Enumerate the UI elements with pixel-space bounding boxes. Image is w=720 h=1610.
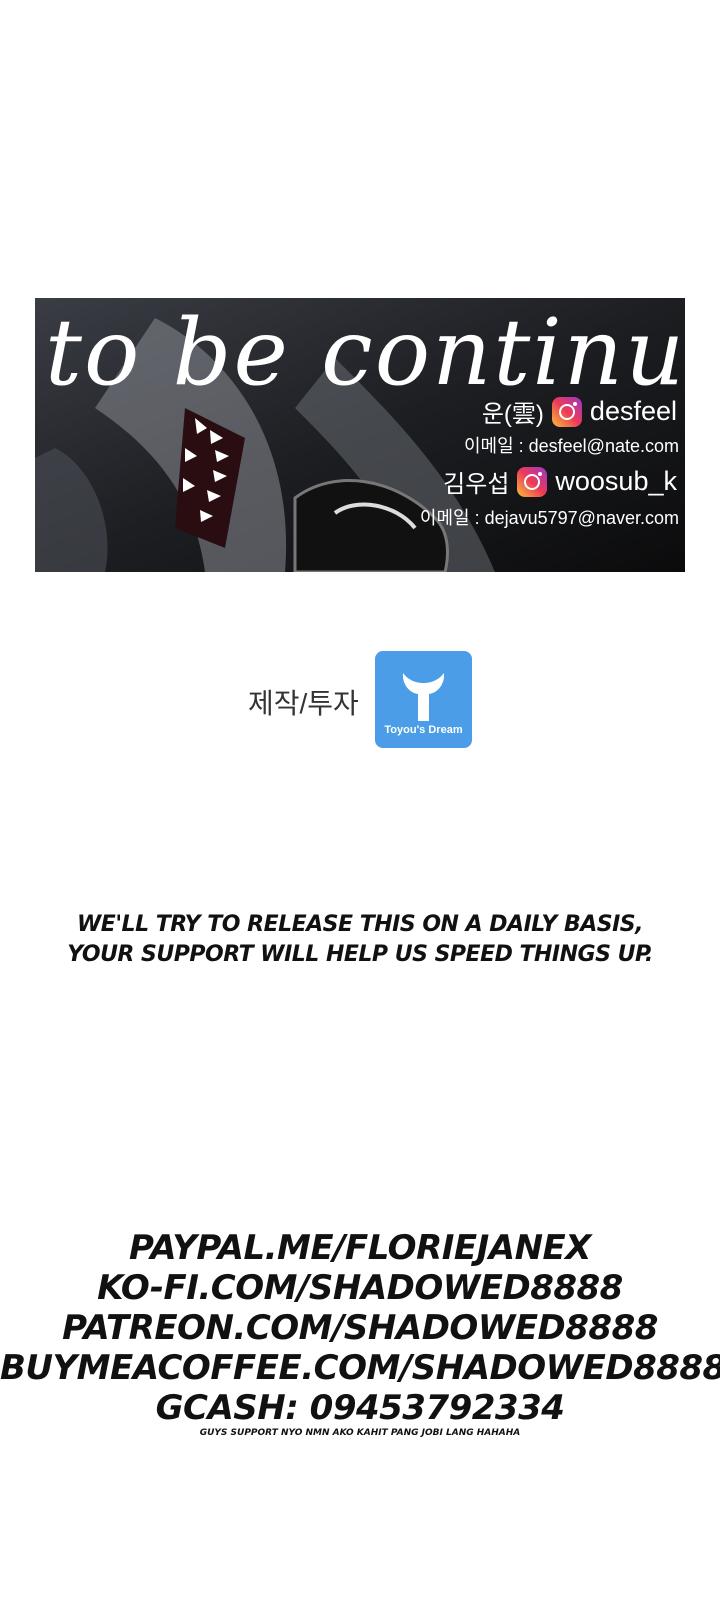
credit-email: 이메일 : desfeel@nate.com: [463, 436, 679, 456]
patreon-link: PATREON.COM/SHADOWED8888: [62, 1308, 658, 1348]
buymeacoffee-link: BUYMEACOFFEE.COM/SHADOWED8888: [0, 1348, 720, 1388]
support-links: PAYPAL.ME/FLORIEJANEX KO-FI.COM/SHADOWED…: [0, 1228, 720, 1438]
logo-text: Toyou's Dream: [384, 724, 463, 736]
credit-name: 김우섭: [443, 471, 510, 498]
notice-line: YOUR SUPPORT WILL HELP US SPEED THINGS U…: [67, 942, 653, 967]
banner-title: to be continued: [45, 299, 685, 406]
paypal-link: PAYPAL.ME/FLORIEJANEX: [129, 1228, 592, 1268]
credit-name: 운(雲): [481, 401, 544, 428]
producer-label: 제작/투자: [248, 688, 359, 719]
gcash-number: GCASH: 09453792334: [155, 1388, 565, 1428]
credit-email: 이메일 : dejavu5797@naver.com: [419, 508, 679, 528]
kofi-link: KO-FI.COM/SHADOWED8888: [97, 1268, 623, 1308]
instagram-icon: [517, 466, 548, 497]
instagram-icon: [551, 396, 582, 427]
instagram-handle: desfeel: [589, 396, 677, 426]
to-be-continued-banner: to be continued 운(雲) desfeel 이메일 : desfe…: [35, 298, 685, 572]
notice-line: WE'LL TRY TO RELEASE THIS ON A DAILY BAS…: [77, 912, 643, 937]
instagram-handle: woosub_k: [555, 466, 677, 496]
credit-row-artist: 김우섭 woosub_k: [443, 464, 677, 499]
release-notice: WE'LL TRY TO RELEASE THIS ON A DAILY BAS…: [0, 910, 720, 970]
credit-row-writer: 운(雲) desfeel: [482, 394, 677, 429]
support-note: GUYS SUPPORT NYO NMN AKO KAHIT PANG JOBI…: [199, 1428, 521, 1438]
toyous-dream-logo: Toyou's Dream: [375, 651, 472, 748]
